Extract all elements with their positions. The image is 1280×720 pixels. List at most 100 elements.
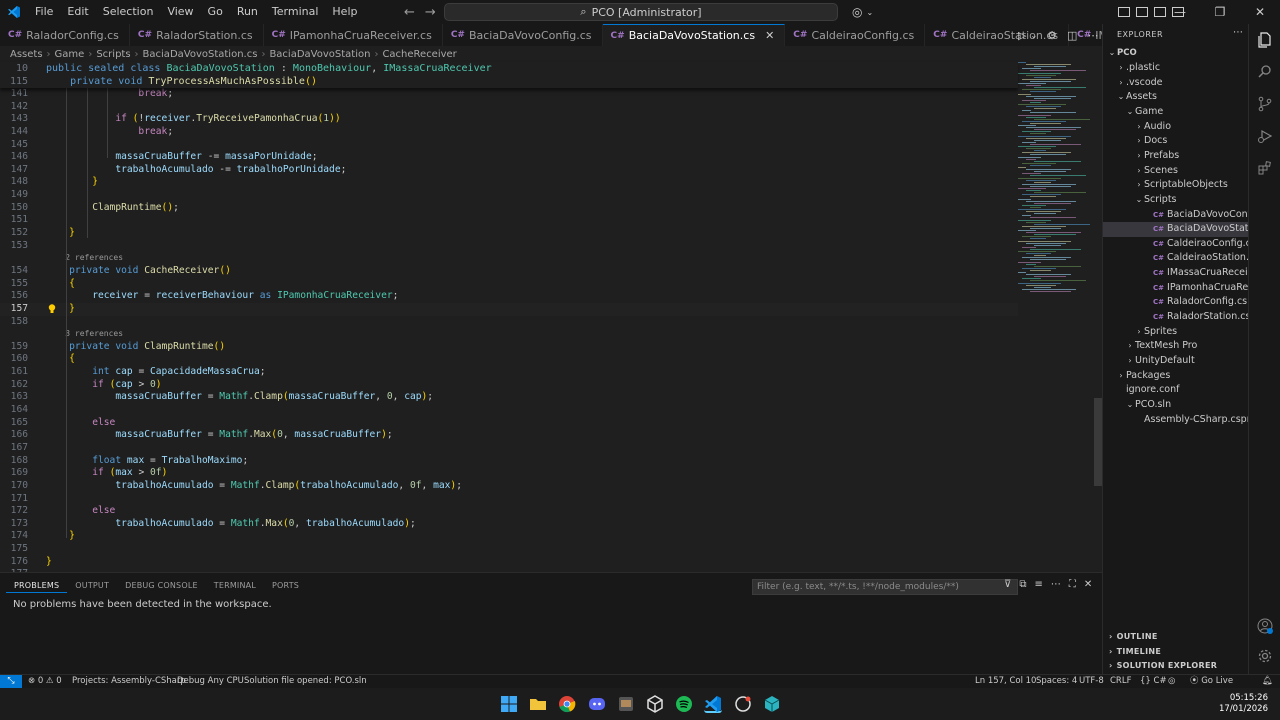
panel-tab-terminal[interactable]: TERMINAL bbox=[206, 579, 264, 593]
panel-tab-output[interactable]: OUTPUT bbox=[67, 579, 117, 593]
forward-arrow-icon[interactable]: → bbox=[425, 5, 436, 20]
eol-status[interactable]: CRLF bbox=[1110, 675, 1131, 688]
problems-count[interactable]: ⊗ 0 ⚠ 0 bbox=[28, 675, 62, 688]
manage-gear-icon[interactable] bbox=[1257, 648, 1273, 664]
tab-caldeiraoconfig-cs[interactable]: C# CaldeiraoConfig.cs bbox=[785, 24, 926, 46]
back-arrow-icon[interactable]: ← bbox=[404, 5, 415, 20]
tree-item[interactable]: › Scenes bbox=[1103, 164, 1249, 179]
breadcrumb-item[interactable]: BaciaDaVovoStation bbox=[269, 49, 370, 60]
scrollbar-thumb[interactable] bbox=[1094, 398, 1102, 486]
file-explorer-icon[interactable] bbox=[529, 695, 547, 713]
codelens-references[interactable]: 2 references bbox=[0, 252, 1018, 265]
restore-icon[interactable]: ❐ bbox=[1200, 5, 1240, 19]
accounts-icon[interactable] bbox=[1257, 618, 1273, 634]
toggle-sidebar-left-icon[interactable] bbox=[1118, 7, 1130, 17]
tree-item[interactable]: › .plastic bbox=[1103, 61, 1249, 76]
menu-run[interactable]: Run bbox=[230, 0, 265, 24]
tree-item[interactable]: C# IPamonhaCruaReceiver.cs bbox=[1103, 281, 1280, 296]
tree-item[interactable]: ⌄ PCO.sln bbox=[1103, 398, 1249, 413]
indentation-status[interactable]: Spaces: 4 bbox=[1036, 675, 1077, 688]
breadcrumb-item[interactable]: BaciaDaVovoStation.cs bbox=[143, 49, 258, 60]
run-chevron-icon[interactable]: ⌄ bbox=[1030, 31, 1037, 40]
section-timeline[interactable]: › TIMELINE bbox=[1109, 647, 1161, 656]
code-editor[interactable]: 141 break; 142 143 if (!receiver.TryReceiv… bbox=[0, 88, 1018, 572]
menu-view[interactable]: View bbox=[160, 0, 200, 24]
tree-item[interactable]: ignore.conf bbox=[1103, 383, 1249, 398]
extensions-icon[interactable] bbox=[1257, 160, 1273, 176]
tree-item[interactable]: › Audio bbox=[1103, 120, 1249, 135]
source-control-icon[interactable] bbox=[1257, 96, 1273, 112]
tree-item[interactable]: › Sprites bbox=[1103, 325, 1249, 340]
problems-filter-input[interactable]: Filter (e.g. text, **/*.ts, !**/node_mod… bbox=[752, 579, 1018, 595]
more-actions-icon[interactable]: ⋯ bbox=[1233, 27, 1243, 38]
menu-help[interactable]: Help bbox=[325, 0, 364, 24]
tab-ipamonhacruareceiver-cs[interactable]: C# IPamonhaCruaReceiver.cs bbox=[264, 24, 443, 46]
tab-raladorconfig-cs[interactable]: C# RaladorConfig.cs bbox=[0, 24, 130, 46]
spotify-icon[interactable] bbox=[675, 695, 693, 713]
tree-item[interactable]: ⌄ Scripts bbox=[1103, 193, 1249, 208]
remote-indicator-icon[interactable]: ⤡ bbox=[0, 675, 22, 689]
breadcrumb-item[interactable]: Scripts bbox=[96, 49, 130, 60]
debug-config-status[interactable]: Debug Any CPU bbox=[177, 675, 244, 688]
github-desktop-icon[interactable] bbox=[734, 695, 752, 713]
tree-item[interactable]: › Docs bbox=[1103, 134, 1249, 149]
tree-item[interactable]: C# RaladorConfig.cs bbox=[1103, 295, 1249, 310]
tree-item[interactable]: C# RaladorStation.cs bbox=[1103, 310, 1250, 325]
chrome-icon[interactable] bbox=[558, 695, 576, 713]
tree-root-pco[interactable]: ⌄ PCO bbox=[1103, 46, 1249, 61]
solution-status[interactable]: Solution file opened: PCO.sln bbox=[244, 675, 367, 688]
vscode-taskbar-icon[interactable] bbox=[704, 695, 722, 713]
close-tab-icon[interactable]: ✕ bbox=[765, 29, 774, 42]
cursor-position[interactable]: Ln 157, Col 10 bbox=[975, 675, 1036, 688]
tab-raladorstation-cs[interactable]: C# RaladorStation.cs bbox=[130, 24, 264, 46]
sticky-line[interactable]: 10 public sealed class BaciaDaVovoStation… bbox=[0, 62, 1018, 75]
encoding-status[interactable]: UTF-8 bbox=[1079, 675, 1104, 688]
tree-item[interactable]: C# CaldeiraoStation.cs bbox=[1103, 251, 1259, 266]
section-outline[interactable]: › OUTLINE bbox=[1109, 632, 1158, 641]
projects-status[interactable]: Projects: Assembly-CSharp bbox=[72, 675, 186, 688]
breadcrumb-item[interactable]: Game bbox=[55, 49, 85, 60]
windows-start-icon[interactable] bbox=[500, 695, 518, 713]
breadcrumb-item[interactable]: CacheReceiver bbox=[382, 49, 456, 60]
panel-tab-ports[interactable]: PORTS bbox=[264, 579, 307, 593]
breadcrumb-item[interactable]: Assets bbox=[10, 49, 43, 60]
search-icon[interactable] bbox=[1257, 64, 1273, 80]
notifications-bell-icon[interactable]: 🔔︎ bbox=[1262, 675, 1273, 688]
app-cube-icon[interactable] bbox=[763, 695, 781, 713]
tree-item[interactable]: › TextMesh Pro bbox=[1103, 339, 1249, 354]
tree-item[interactable]: ⌄ Assets bbox=[1103, 90, 1249, 105]
command-center[interactable]: ⌕ PCO [Administrator] bbox=[444, 3, 838, 21]
tab-baciadavovoconfig-cs[interactable]: C# BaciaDaVovoConfig.cs bbox=[443, 24, 603, 46]
tree-item[interactable]: › Packages bbox=[1103, 369, 1249, 384]
menu-file[interactable]: File bbox=[28, 0, 60, 24]
menu-selection[interactable]: Selection bbox=[96, 0, 161, 24]
tree-item[interactable]: Assembly-CSharp.csproj bbox=[1103, 413, 1259, 428]
close-panel-icon[interactable]: ✕ bbox=[1084, 579, 1092, 590]
tree-item[interactable]: C# IMassaCruaReceiver.cs bbox=[1103, 266, 1275, 281]
section-solution-explorer[interactable]: › SOLUTION EXPLORER bbox=[1109, 661, 1217, 670]
menu-go[interactable]: Go bbox=[201, 0, 230, 24]
copilot-status-icon[interactable]: ◎ bbox=[1168, 675, 1175, 688]
unity-icon[interactable] bbox=[646, 695, 664, 713]
tree-item[interactable]: ⌄ Game bbox=[1103, 105, 1249, 120]
sticky-line[interactable]: 115 private void TryProcessAsMuchAsPossi… bbox=[0, 75, 1018, 88]
tree-item[interactable]: › .vscode bbox=[1103, 76, 1249, 91]
settings-gear-icon[interactable]: ⚙ bbox=[1047, 29, 1057, 42]
system-clock[interactable]: 05:15:26 17/01/2026 bbox=[1219, 693, 1268, 715]
lightbulb-icon[interactable] bbox=[48, 304, 56, 314]
menu-edit[interactable]: Edit bbox=[60, 0, 95, 24]
run-debug-icon[interactable] bbox=[1257, 128, 1273, 144]
language-mode[interactable]: {} C# bbox=[1140, 675, 1167, 688]
editor-scrollbar[interactable] bbox=[1094, 62, 1102, 572]
codelens-references[interactable]: 3 references bbox=[0, 328, 1018, 341]
close-window-icon[interactable]: ✕ bbox=[1240, 5, 1280, 19]
minimap[interactable] bbox=[1018, 62, 1094, 298]
tree-item[interactable]: C# CaldeiraoConfig.cs bbox=[1103, 237, 1256, 252]
more-actions-icon[interactable]: ⋯ bbox=[1087, 29, 1098, 42]
view-as-list-icon[interactable]: ≡ bbox=[1034, 579, 1042, 590]
filter-icon[interactable]: ⊽ bbox=[1004, 579, 1011, 590]
menu-terminal[interactable]: Terminal bbox=[265, 0, 326, 24]
tree-item[interactable]: › Prefabs bbox=[1103, 149, 1249, 164]
copilot-button[interactable]: ◎ ⌄ bbox=[852, 0, 873, 24]
split-editor-icon[interactable]: ◫ bbox=[1067, 29, 1077, 42]
